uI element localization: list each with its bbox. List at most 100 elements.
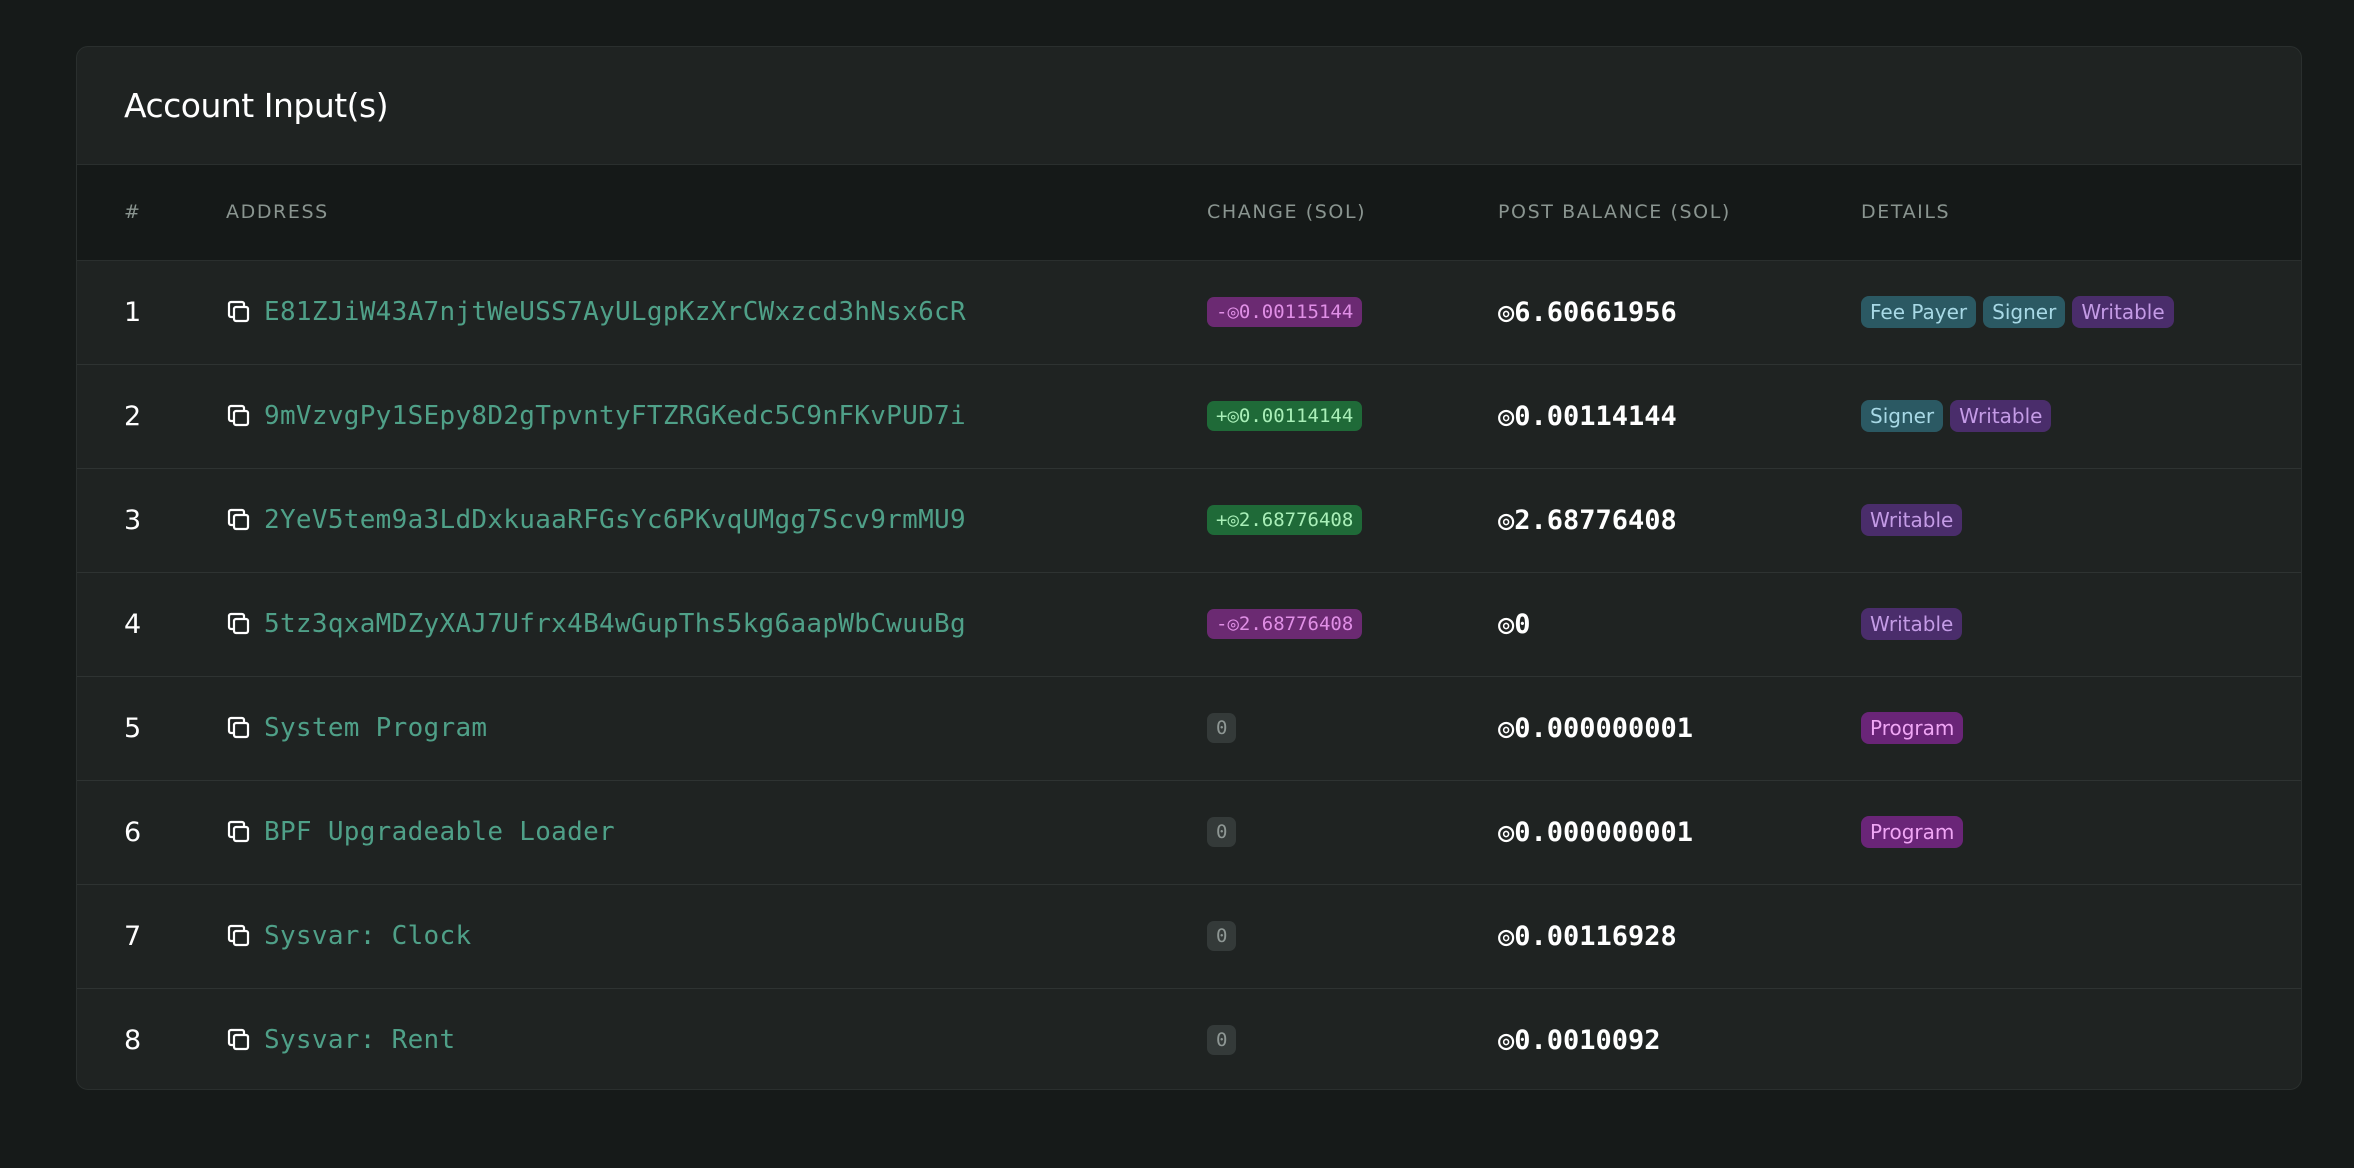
copy-icon[interactable] (226, 1027, 252, 1053)
row-number: 5 (124, 712, 142, 744)
account-address-link[interactable]: Sysvar: Rent (264, 1025, 455, 1055)
address-cell: 9mVzvgPy1SEpy8D2gTpvntyFTZRGKedc5C9nFKvP… (226, 364, 1207, 468)
details-cell (1861, 884, 2301, 988)
account-address-link[interactable]: 5tz3qxaMDZyXAJ7Ufrx4B4wGupThs5kg6aapWbCw… (264, 609, 966, 639)
post-balance-cell: ◎0.0010092 (1498, 988, 1861, 1089)
address-wrap: System Program (226, 713, 1207, 743)
address-cell: 5tz3qxaMDZyXAJ7Ufrx4B4wGupThs5kg6aapWbCw… (226, 572, 1207, 676)
badge-writable: Writable (1861, 608, 1963, 640)
change-cell: 0 (1207, 884, 1498, 988)
copy-icon[interactable] (226, 715, 252, 741)
badge-signer: Signer (1861, 400, 1944, 432)
details-cell: Fee Payer Signer Writable (1861, 260, 2301, 364)
change-cell: -◎0.00115144 (1207, 260, 1498, 364)
post-balance: ◎0.0010092 (1498, 1024, 1661, 1056)
row-number-cell: 3 (77, 468, 226, 572)
copy-icon[interactable] (226, 507, 252, 533)
copy-icon[interactable] (226, 403, 252, 429)
badge-program: Program (1861, 816, 1964, 848)
table-row: 7 Sysvar: Clock 0 ◎0.00116928 (77, 884, 2301, 988)
account-address-link[interactable]: E81ZJiW43A7njtWeUSS7AyULgpKzXrCWxzcd3hNs… (264, 297, 966, 327)
account-inputs-card: Account Input(s) # ADDRESS CHANGE (SOL) … (76, 46, 2302, 1090)
copy-icon[interactable] (226, 819, 252, 845)
row-number: 3 (124, 504, 142, 536)
badge-program: Program (1861, 712, 1964, 744)
account-address-link[interactable]: 9mVzvgPy1SEpy8D2gTpvntyFTZRGKedc5C9nFKvP… (264, 401, 966, 431)
change-badge: -◎0.00115144 (1207, 297, 1363, 327)
change-badge: 0 (1207, 817, 1237, 847)
post-balance-cell: ◎0.000000001 (1498, 780, 1861, 884)
post-balance: ◎6.60661956 (1498, 296, 1677, 328)
table-body: 1 E81ZJiW43A7njtWeUSS7AyULgpKzXrCWxzcd3h… (77, 260, 2301, 1089)
post-balance: ◎0.000000001 (1498, 816, 1694, 848)
account-address-link[interactable]: BPF Upgradeable Loader (264, 817, 615, 847)
badge-writable: Writable (2072, 296, 2174, 328)
badge-signer: Signer (1983, 296, 2066, 328)
header-number: # (124, 201, 142, 224)
row-number-cell: 2 (77, 364, 226, 468)
row-number: 1 (124, 296, 142, 328)
row-number: 6 (124, 816, 142, 848)
account-address-link[interactable]: System Program (264, 713, 487, 743)
details-cell: Program (1861, 676, 2301, 780)
change-cell: +◎0.00114144 (1207, 364, 1498, 468)
row-number-cell: 5 (77, 676, 226, 780)
change-cell: 0 (1207, 988, 1498, 1089)
table-header-row: # ADDRESS CHANGE (SOL) POST BALANCE (SOL… (77, 165, 2301, 260)
account-address-link[interactable]: 2YeV5tem9a3LdDxkuaaRFGsYc6PKvqUMgg7Scv9r… (264, 505, 966, 535)
table-row: 5 System Program 0 ◎0.000000001 Program (77, 676, 2301, 780)
row-number: 4 (124, 608, 142, 640)
change-cell: -◎2.68776408 (1207, 572, 1498, 676)
address-cell: E81ZJiW43A7njtWeUSS7AyULgpKzXrCWxzcd3hNs… (226, 260, 1207, 364)
change-badge: 0 (1207, 713, 1237, 743)
header-details: DETAILS (1861, 201, 1951, 224)
change-cell: 0 (1207, 780, 1498, 884)
account-address-link[interactable]: Sysvar: Clock (264, 921, 471, 951)
address-wrap: BPF Upgradeable Loader (226, 817, 1207, 847)
post-balance-cell: ◎0.000000001 (1498, 676, 1861, 780)
card-title: Account Input(s) (124, 86, 389, 125)
row-number-cell: 8 (77, 988, 226, 1089)
table-row: 3 2YeV5tem9a3LdDxkuaaRFGsYc6PKvqUMgg7Scv… (77, 468, 2301, 572)
post-balance-cell: ◎2.68776408 (1498, 468, 1861, 572)
card-header: Account Input(s) (77, 47, 2301, 165)
row-number: 2 (124, 400, 142, 432)
row-number-cell: 6 (77, 780, 226, 884)
change-cell: +◎2.68776408 (1207, 468, 1498, 572)
post-balance-cell: ◎0.00116928 (1498, 884, 1861, 988)
copy-icon[interactable] (226, 611, 252, 637)
details-cell: Writable (1861, 468, 2301, 572)
badge-writable: Writable (1861, 504, 1963, 536)
address-cell: Sysvar: Rent (226, 988, 1207, 1089)
row-number-cell: 1 (77, 260, 226, 364)
address-wrap: 5tz3qxaMDZyXAJ7Ufrx4B4wGupThs5kg6aapWbCw… (226, 609, 1207, 639)
table-row: 2 9mVzvgPy1SEpy8D2gTpvntyFTZRGKedc5C9nFK… (77, 364, 2301, 468)
row-number-cell: 7 (77, 884, 226, 988)
badge-writable: Writable (1950, 400, 2052, 432)
change-badge: 0 (1207, 1025, 1237, 1056)
header-post-balance: POST BALANCE (SOL) (1498, 201, 1731, 224)
details-cell: Signer Writable (1861, 364, 2301, 468)
change-cell: 0 (1207, 676, 1498, 780)
copy-icon[interactable] (226, 299, 252, 325)
details-badges: Program (1861, 712, 2301, 744)
address-cell: 2YeV5tem9a3LdDxkuaaRFGsYc6PKvqUMgg7Scv9r… (226, 468, 1207, 572)
account-inputs-table: # ADDRESS CHANGE (SOL) POST BALANCE (SOL… (77, 165, 2301, 1089)
badge-fee-payer: Fee Payer (1861, 296, 1977, 328)
address-wrap: Sysvar: Rent (226, 1025, 1207, 1055)
post-balance: ◎0 (1498, 608, 1531, 640)
change-badge: +◎0.00114144 (1207, 401, 1363, 431)
post-balance: ◎2.68776408 (1498, 504, 1677, 536)
details-cell (1861, 988, 2301, 1089)
address-wrap: E81ZJiW43A7njtWeUSS7AyULgpKzXrCWxzcd3hNs… (226, 297, 1207, 327)
details-badges: Program (1861, 816, 2301, 848)
row-number-cell: 4 (77, 572, 226, 676)
copy-icon[interactable] (226, 923, 252, 949)
table-row: 4 5tz3qxaMDZyXAJ7Ufrx4B4wGupThs5kg6aapWb… (77, 572, 2301, 676)
post-balance-cell: ◎0.00114144 (1498, 364, 1861, 468)
change-badge: -◎2.68776408 (1207, 609, 1363, 639)
table-row: 6 BPF Upgradeable Loader 0 ◎0.000000001 … (77, 780, 2301, 884)
table-row: 1 E81ZJiW43A7njtWeUSS7AyULgpKzXrCWxzcd3h… (77, 260, 2301, 364)
table-row: 8 Sysvar: Rent 0 ◎0.0010092 (77, 988, 2301, 1089)
address-cell: BPF Upgradeable Loader (226, 780, 1207, 884)
